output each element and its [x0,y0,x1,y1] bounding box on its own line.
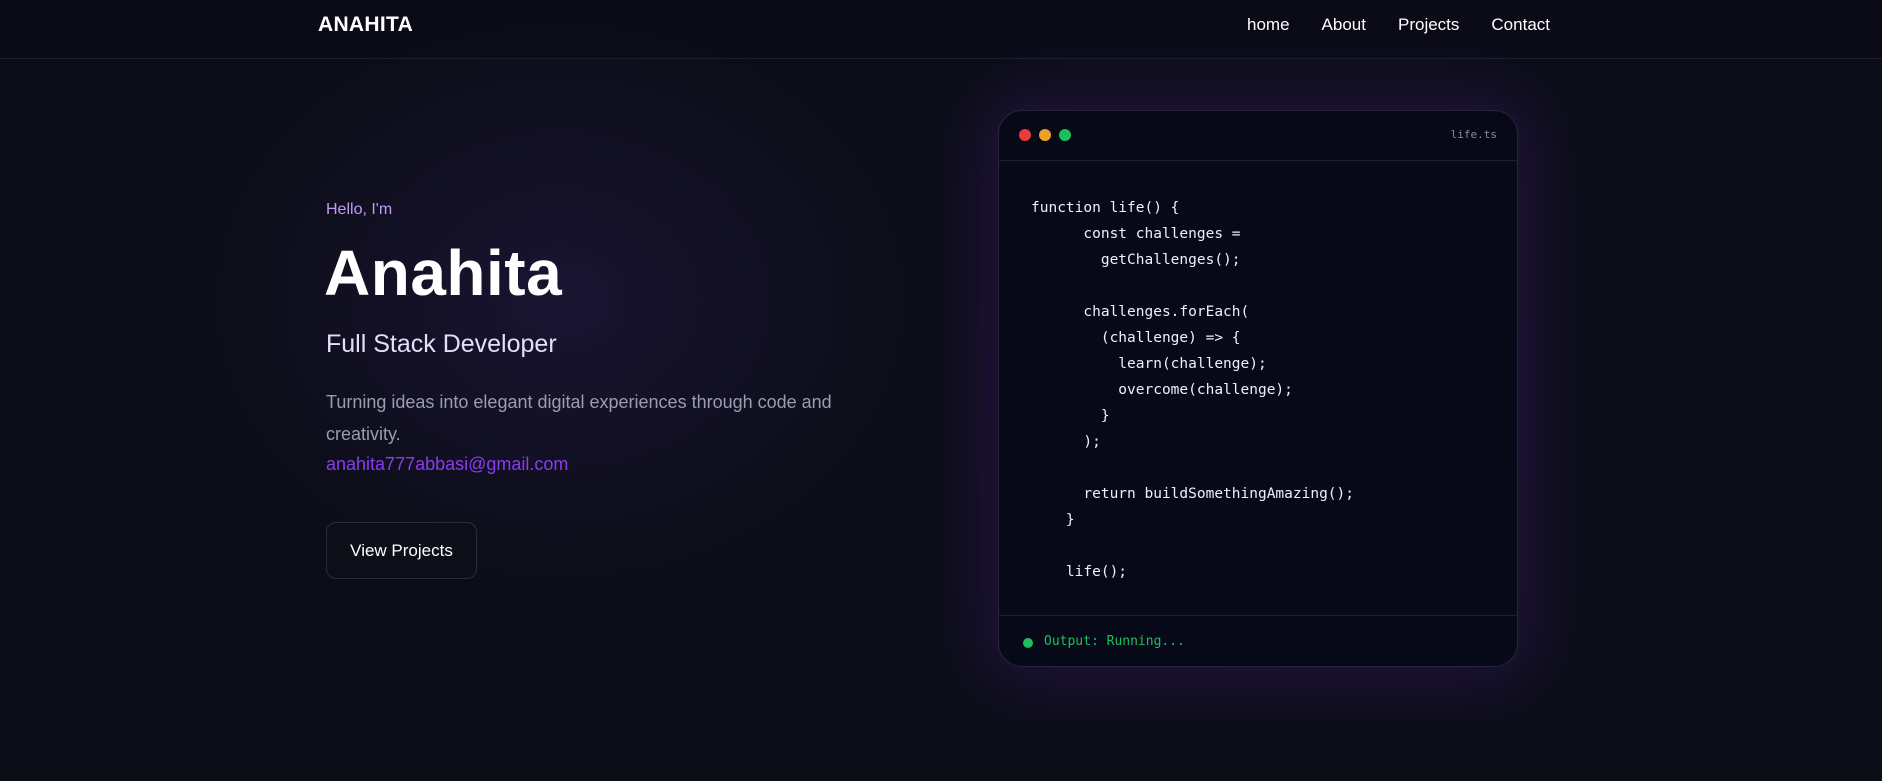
code-line: const challenges = [1031,226,1241,242]
code-line: } [1031,408,1110,424]
close-dot-icon [1019,129,1031,141]
code-window-footer: Output: Running... [999,615,1517,666]
code-line: learn(challenge); [1031,356,1267,372]
view-projects-button[interactable]: View Projects [326,522,477,579]
code-body: function life() { const challenges = get… [1031,195,1501,585]
hero-role: Full Stack Developer [326,330,557,358]
output-status: Output: Running... [1044,634,1185,649]
code-window-header: life.ts [999,111,1517,161]
navbar: ANAHITA home About Projects Contact [0,0,1882,59]
maximize-dot-icon [1059,129,1071,141]
email-link[interactable]: anahita777abbasi@gmail.com [326,454,568,475]
hero-name: Anahita [324,237,563,309]
hero-greeting: Hello, I'm [326,201,393,218]
code-line: return buildSomethingAmazing(); [1031,486,1355,502]
nav-links: home About Projects Contact [1247,15,1550,35]
code-window: life.ts function life() { const challeng… [998,110,1518,667]
code-line: overcome(challenge); [1031,382,1293,398]
code-line: ); [1031,434,1101,450]
hero-description: Turning ideas into elegant digital exper… [326,392,832,444]
code-line: challenges.forEach( [1031,304,1250,320]
code-line: function life() { [1031,200,1180,216]
brand-logo[interactable]: ANAHITA [318,13,413,37]
code-line: (challenge) => { [1031,330,1241,346]
status-dot-icon [1023,638,1033,648]
nav-link-projects[interactable]: Projects [1398,15,1459,35]
page: ANAHITA home About Projects Contact Hell… [0,0,1882,781]
code-file-name: life.ts [1450,128,1497,141]
code-line: getChallenges(); [1031,252,1241,268]
code-line: } [1031,512,1075,528]
code-line: life(); [1031,564,1128,580]
minimize-dot-icon [1039,129,1051,141]
nav-link-home[interactable]: home [1247,15,1290,35]
nav-link-contact[interactable]: Contact [1491,15,1550,35]
nav-link-about[interactable]: About [1322,15,1366,35]
